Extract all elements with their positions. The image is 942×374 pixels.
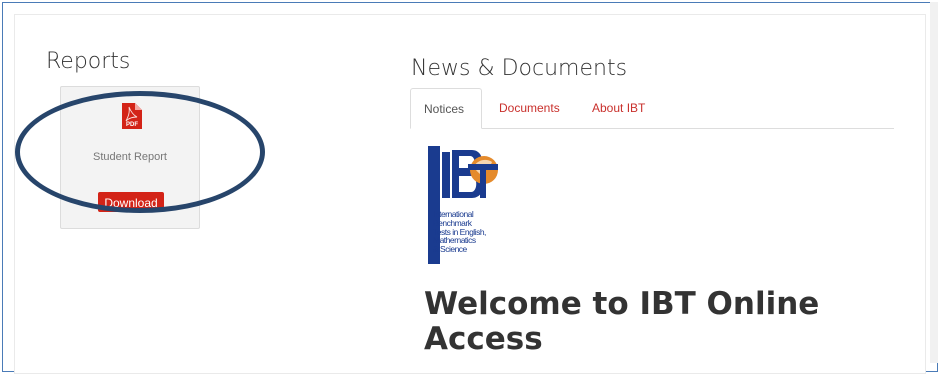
scroll-gutter [930, 2, 938, 363]
welcome-heading: Welcome to IBT Online Access [424, 286, 820, 357]
annotation-ellipse [15, 91, 265, 213]
news-tabs: Notices Documents About IBT [410, 88, 894, 129]
news-documents-heading: News & Documents [411, 56, 628, 81]
logo-caption: International Benchmark Tests in English… [433, 210, 486, 254]
logo-line: & Science [433, 244, 467, 255]
reports-heading: Reports [46, 49, 131, 74]
tab-notices[interactable]: Notices [410, 88, 482, 129]
tab-about-ibt[interactable]: About IBT [579, 88, 658, 128]
tab-documents[interactable]: Documents [486, 88, 573, 128]
ibt-logo: International Benchmark Tests in English… [428, 146, 502, 264]
